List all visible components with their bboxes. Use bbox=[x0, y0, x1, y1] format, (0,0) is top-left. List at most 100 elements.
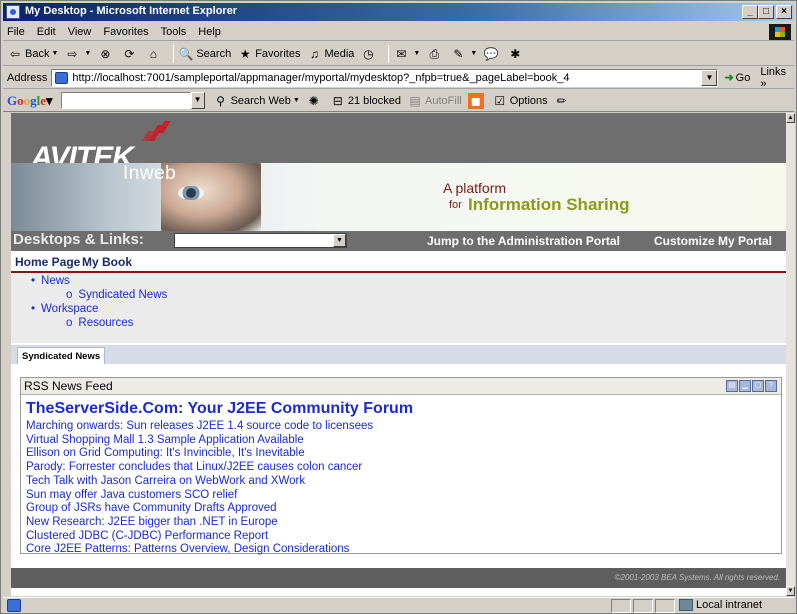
feed-item-link[interactable]: Core J2EE Patterns: Patterns Overview, D… bbox=[26, 543, 373, 557]
feed-item-link[interactable]: Ellison on Grid Computing: It's Invincib… bbox=[26, 447, 373, 461]
tree-news-label: News bbox=[41, 275, 70, 287]
windows-logo-icon bbox=[769, 24, 791, 40]
chevron-down-icon: ▼ bbox=[84, 50, 92, 57]
menu-edit[interactable]: Edit bbox=[37, 26, 56, 38]
vertical-scrollbar[interactable]: ▲ ▼ bbox=[786, 113, 795, 596]
search-web-button[interactable]: ⚲ Search Web ▼ bbox=[213, 93, 300, 109]
maximize-button[interactable]: □ bbox=[758, 5, 774, 19]
desktops-select[interactable]: ▼ bbox=[174, 233, 347, 248]
address-input[interactable]: http://localhost:7001/sampleportal/appma… bbox=[51, 68, 719, 87]
print-button[interactable]: ⎙ bbox=[426, 46, 444, 62]
portlet-title: RSS News Feed bbox=[24, 379, 113, 393]
edit-button[interactable]: ✎ ▼ bbox=[450, 46, 477, 62]
popup-blocker-button[interactable]: ⊟ 21 blocked bbox=[330, 93, 401, 109]
google-search-input[interactable] bbox=[60, 92, 191, 109]
back-button[interactable]: ⇦ Back ▼ bbox=[7, 46, 58, 62]
tagline-platform: A platform bbox=[443, 180, 507, 196]
menu-file[interactable]: File bbox=[7, 26, 25, 38]
portlet-title-bar: RSS News Feed ▤ ▁ ▢ ? bbox=[21, 378, 781, 395]
help-icon[interactable]: ? bbox=[765, 380, 777, 392]
google-logo[interactable]: Google▾ bbox=[7, 93, 53, 109]
feed-item-link[interactable]: Clustered JDBC (C-JDBC) Performance Repo… bbox=[26, 530, 373, 544]
portal-nav-bar: Desktops & Links: ▼ Jump to the Administ… bbox=[11, 231, 786, 251]
desktops-links-label: Desktops & Links: bbox=[13, 231, 144, 248]
home-button[interactable]: ⌂ bbox=[145, 46, 163, 62]
tab-my-book[interactable]: My Book bbox=[82, 255, 132, 269]
status-panel bbox=[633, 599, 653, 613]
autofill-button[interactable]: ▤ AutoFill bbox=[407, 93, 461, 109]
history-button[interactable]: ◷ bbox=[360, 46, 378, 62]
menu-tools[interactable]: Tools bbox=[161, 26, 187, 38]
links-button[interactable]: Links » bbox=[760, 66, 794, 90]
zone-label: Local intranet bbox=[696, 599, 763, 611]
circle-bullet-icon: o bbox=[66, 317, 73, 329]
discuss-icon: 💬 bbox=[483, 46, 499, 61]
forward-button[interactable]: ⇨ ▼ bbox=[64, 46, 91, 62]
feed-item-link[interactable]: Virtual Shopping Mall 1.3 Sample Applica… bbox=[26, 434, 373, 448]
mail-icon: ✉ bbox=[396, 46, 407, 61]
edit-icon[interactable]: ▤ bbox=[726, 380, 738, 392]
chevron-down-icon: ▼ bbox=[292, 97, 300, 104]
search-button[interactable]: 🔍 Search bbox=[178, 46, 231, 62]
mail-button[interactable]: ✉ ▼ bbox=[393, 46, 420, 62]
tree-item-workspace[interactable]: • Workspace bbox=[31, 303, 98, 315]
search-web-label: Search Web bbox=[230, 94, 291, 107]
favorites-button[interactable]: ★ Favorites bbox=[237, 46, 301, 62]
stop-button[interactable]: ⊗ bbox=[97, 46, 115, 62]
intranet-icon bbox=[679, 599, 693, 611]
title-bar: My Desktop - Microsoft Internet Explorer… bbox=[3, 3, 794, 21]
edit-icon: ✎ bbox=[453, 46, 464, 61]
address-bar: Address http://localhost:7001/sampleport… bbox=[3, 66, 794, 90]
address-label: Address bbox=[7, 71, 48, 84]
menu-view[interactable]: View bbox=[68, 26, 92, 38]
tree-resources-label: Resources bbox=[78, 317, 134, 329]
news-button[interactable]: ◼ bbox=[467, 92, 486, 109]
go-arrow-icon: ➜ bbox=[724, 72, 734, 84]
feed-item-link[interactable]: New Research: J2EE bigger than .NET in E… bbox=[26, 516, 373, 530]
binoculars-icon: ⚲ bbox=[216, 93, 225, 108]
tree-item-syndicated-news[interactable]: o Syndicated News bbox=[66, 289, 167, 301]
address-url: http://localhost:7001/sampleportal/appma… bbox=[72, 71, 570, 84]
jump-admin-portal-link[interactable]: Jump to the Administration Portal bbox=[427, 234, 620, 248]
customize-portal-link[interactable]: Customize My Portal bbox=[654, 234, 772, 248]
feed-item-link[interactable]: Group of JSRs have Community Drafts Appr… bbox=[26, 502, 373, 516]
chevron-down-icon[interactable]: ▼ bbox=[190, 92, 205, 109]
scroll-up-icon[interactable]: ▲ bbox=[786, 113, 795, 123]
options-button[interactable]: ☑ Options bbox=[492, 93, 547, 109]
media-button[interactable]: ♫ Media bbox=[306, 46, 354, 62]
status-panel bbox=[611, 599, 631, 613]
history-icon: ◷ bbox=[363, 46, 374, 61]
news-icon: ◼ bbox=[467, 92, 484, 109]
maximize-icon[interactable]: ▢ bbox=[752, 380, 764, 392]
chevron-down-icon[interactable]: ▼ bbox=[701, 69, 718, 86]
tab-home-page[interactable]: Home Page bbox=[15, 255, 80, 269]
menu-help[interactable]: Help bbox=[198, 26, 221, 38]
feed-title-link[interactable]: TheServerSide.Com: Your J2EE Community F… bbox=[26, 400, 413, 418]
pagerank-icon: ✺ bbox=[308, 93, 319, 108]
scroll-down-icon[interactable]: ▼ bbox=[786, 586, 795, 596]
menu-bar: File Edit View Favorites Tools Help bbox=[3, 23, 794, 41]
feed-item-link[interactable]: Parody: Forrester concludes that Linux/J… bbox=[26, 461, 373, 475]
chevron-down-icon: ▼ bbox=[333, 234, 346, 247]
close-button[interactable]: × bbox=[776, 5, 792, 19]
menu-favorites[interactable]: Favorites bbox=[103, 26, 148, 38]
tab-syndicated-news[interactable]: Syndicated News bbox=[17, 347, 106, 364]
status-bar: Local intranet bbox=[3, 597, 794, 613]
feed-item-link[interactable]: Marching onwards: Sun releases J2EE 1.4 … bbox=[26, 420, 373, 434]
go-button[interactable]: ➜ Go bbox=[724, 71, 750, 85]
minimize-button[interactable]: _ bbox=[742, 5, 758, 19]
feed-item-link[interactable]: Sun may offer Java customers SCO relief bbox=[26, 489, 373, 503]
messenger-button[interactable]: ✱ bbox=[507, 46, 525, 62]
minimize-icon[interactable]: ▁ bbox=[739, 380, 751, 392]
tagline-information-sharing: Information Sharing bbox=[468, 195, 630, 214]
refresh-button[interactable]: ⟳ bbox=[121, 46, 139, 62]
popup-blocked-icon: ⊟ bbox=[332, 93, 343, 108]
left-frame-edge bbox=[3, 113, 11, 596]
tree-item-news[interactable]: • News bbox=[31, 275, 70, 287]
feed-item-link[interactable]: Tech Talk with Jason Carreira on WebWork… bbox=[26, 475, 373, 489]
tree-item-resources[interactable]: o Resources bbox=[66, 317, 133, 329]
pagerank-button[interactable]: ✺ bbox=[306, 93, 324, 109]
highlight-button[interactable]: ✏ bbox=[554, 93, 572, 109]
discuss-button[interactable]: 💬 bbox=[483, 46, 501, 62]
bullet-icon: • bbox=[31, 275, 36, 287]
